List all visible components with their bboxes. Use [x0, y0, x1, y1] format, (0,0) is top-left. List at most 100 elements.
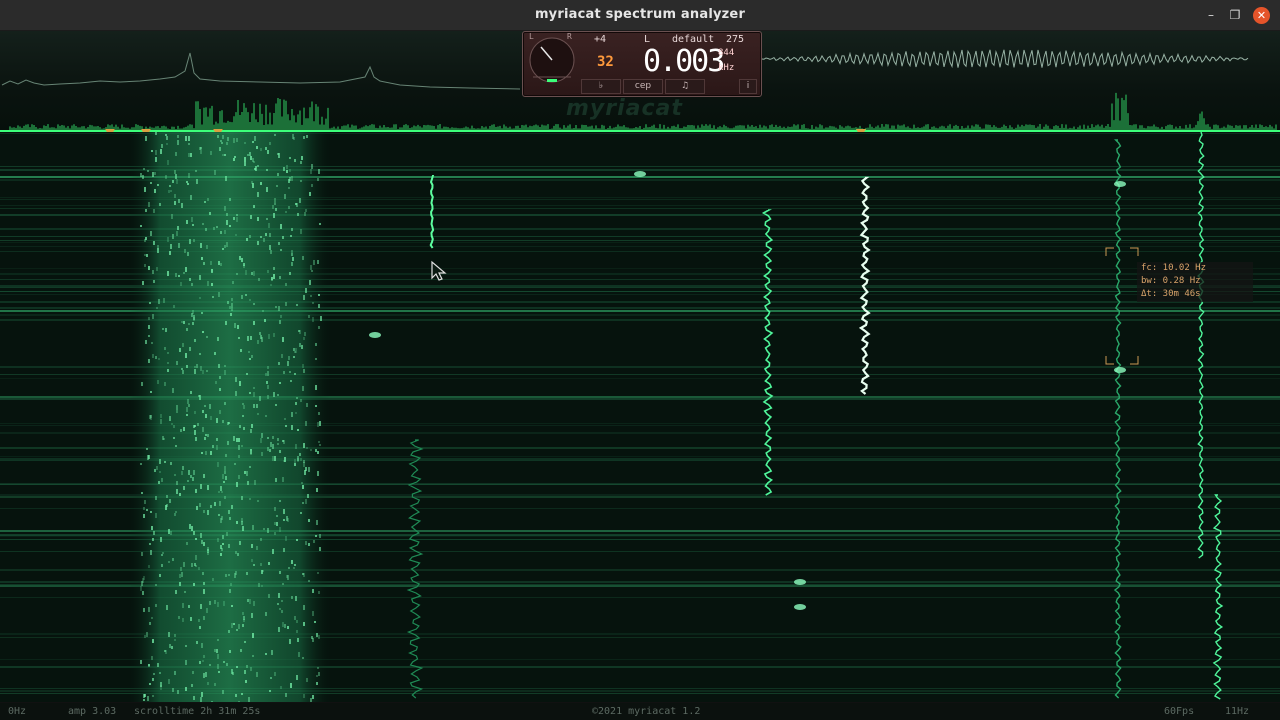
noise-speck: [182, 466, 184, 470]
noise-speck: [291, 560, 293, 564]
noise-speck: [269, 449, 271, 452]
noise-speck: [272, 456, 274, 461]
noise-speck: [276, 522, 278, 526]
noise-speck: [312, 695, 314, 699]
noise-speck: [282, 583, 284, 585]
maximize-button[interactable]: ❐: [1227, 7, 1243, 23]
info-button[interactable]: i: [739, 79, 757, 94]
noise-speck: [140, 225, 142, 227]
noise-speck: [247, 599, 249, 602]
noise-speck: [164, 650, 166, 652]
noise-speck: [227, 441, 229, 445]
gain-value[interactable]: +4: [594, 34, 606, 45]
spectrogram-waterfall[interactable]: [0, 132, 1280, 702]
noise-speck: [149, 302, 151, 304]
noise-speck: [303, 337, 305, 340]
noise-speck: [303, 295, 305, 300]
noise-speck: [174, 194, 176, 198]
noise-speck: [283, 460, 285, 462]
level-dial-icon[interactable]: [527, 35, 577, 85]
noise-speck: [162, 552, 164, 554]
noise-speck: [223, 481, 225, 483]
noise-speck: [145, 209, 147, 212]
noise-speck: [282, 477, 284, 482]
noise-speck: [252, 525, 254, 530]
noise-speck: [274, 203, 276, 205]
noise-speck: [284, 194, 286, 199]
noise-speck: [291, 253, 293, 256]
noise-speck: [287, 575, 289, 580]
noise-speck: [300, 229, 302, 234]
noise-speck: [206, 336, 208, 338]
noise-speck: [306, 447, 308, 449]
noise-speck: [291, 262, 293, 266]
noise-speck: [244, 670, 246, 674]
noise-speck: [236, 273, 238, 275]
noise-speck: [318, 294, 320, 296]
cep-button[interactable]: cep: [623, 79, 663, 94]
noise-speck: [241, 445, 243, 447]
noise-speck: [279, 608, 281, 610]
noise-speck: [175, 590, 177, 594]
close-button[interactable]: ✕: [1253, 7, 1270, 24]
noise-speck: [275, 478, 277, 482]
noise-speck: [155, 150, 157, 155]
noise-speck: [267, 371, 269, 376]
noise-speck: [224, 370, 226, 375]
note-button[interactable]: ♫: [665, 79, 705, 94]
noise-speck: [192, 671, 194, 674]
noise-speck: [200, 243, 202, 248]
dial-left-label: L: [529, 32, 534, 41]
noise-speck: [170, 462, 172, 465]
measurement-tooltip: fc: 10.02 Hz bw: 0.28 Hz Δt: 30m 46s: [1137, 262, 1253, 302]
noise-speck: [303, 136, 305, 139]
noise-speck: [305, 541, 307, 545]
noise-speck: [173, 437, 175, 439]
noise-speck: [222, 690, 224, 694]
noise-speck: [272, 436, 274, 439]
noise-speck: [185, 660, 187, 665]
noise-speck: [261, 433, 263, 438]
noise-speck: [176, 405, 178, 410]
noise-speck: [229, 198, 231, 201]
noise-speck: [236, 217, 238, 222]
noise-speck: [253, 321, 255, 325]
noise-speck: [251, 424, 253, 428]
noise-speck: [303, 369, 305, 373]
noise-speck: [182, 343, 184, 347]
noise-speck: [228, 630, 230, 633]
scrolltime-status[interactable]: scrolltime 2h 31m 25s: [134, 706, 260, 717]
noise-speck: [300, 458, 302, 461]
noise-speck: [166, 605, 168, 610]
noise-speck: [187, 183, 189, 185]
noise-speck: [302, 657, 304, 659]
noise-speck: [234, 323, 236, 328]
noise-speck: [183, 486, 185, 490]
noise-speck: [191, 526, 193, 531]
noise-speck: [311, 270, 313, 272]
minimize-button[interactable]: –: [1203, 7, 1219, 23]
signal-blob: [794, 579, 806, 585]
fine-frequency-digits: 844: [718, 48, 735, 58]
noise-speck: [148, 335, 150, 337]
noise-speck: [217, 538, 219, 542]
noise-speck: [223, 661, 225, 663]
signal-blob: [794, 604, 806, 610]
noise-speck: [233, 436, 235, 441]
noise-speck: [300, 512, 302, 514]
tuning-button[interactable]: ♭: [581, 79, 621, 94]
noise-speck: [286, 165, 288, 169]
noise-speck: [289, 639, 291, 644]
noise-speck: [293, 567, 295, 569]
noise-speck: [318, 441, 320, 443]
noise-speck: [318, 326, 320, 329]
noise-speck: [144, 239, 146, 242]
noise-speck: [188, 153, 190, 157]
amplitude-status[interactable]: amp 3.03: [68, 706, 116, 717]
noise-speck: [147, 170, 149, 172]
noise-speck: [195, 437, 197, 441]
noise-speck: [214, 502, 216, 506]
noise-speck: [195, 170, 197, 172]
noise-speck: [247, 481, 249, 485]
noise-speck: [259, 332, 261, 335]
